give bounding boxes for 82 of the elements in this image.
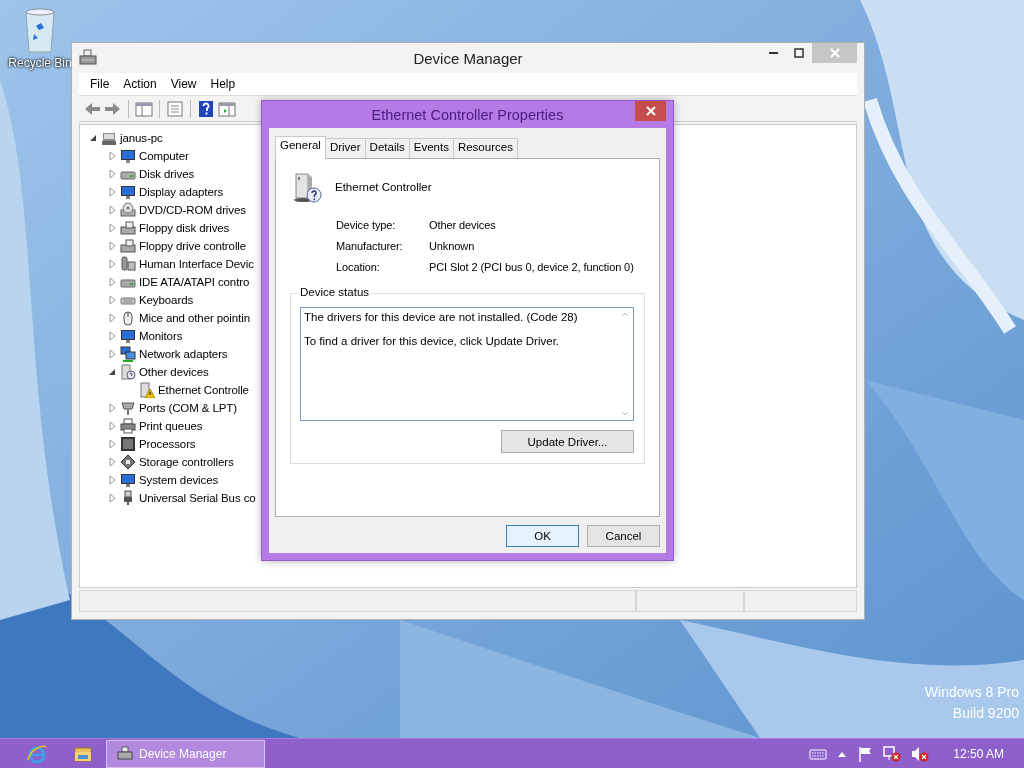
window-title: Device Manager <box>413 49 523 67</box>
unknown-device-icon <box>120 364 136 380</box>
help-icon[interactable] <box>197 99 215 118</box>
network-error-icon[interactable] <box>883 745 902 762</box>
tree-item[interactable]: Display adapters <box>139 186 224 198</box>
disc-drive-icon <box>120 202 136 218</box>
tree-item[interactable]: Floppy drive controlle <box>139 240 247 252</box>
dialog-title: Ethernet Controller Properties <box>371 106 564 123</box>
close-icon <box>829 48 840 58</box>
tree-item[interactable]: Ports (COM & LPT) <box>139 402 237 414</box>
computer-icon <box>101 130 117 146</box>
floppy-drive-icon <box>120 220 136 236</box>
property-label: Manufacturer: <box>336 240 404 252</box>
monitor-icon <box>120 184 136 200</box>
tree-item[interactable]: Computer <box>139 150 189 162</box>
tree-item[interactable]: Universal Serial Bus co <box>139 492 256 504</box>
tree-item[interactable]: Mice and other pointin <box>139 312 250 324</box>
menu-item[interactable]: Help <box>203 77 243 91</box>
tab[interactable]: Resources <box>452 138 518 158</box>
tree-item[interactable]: IDE ATA/ATAPI contro <box>139 276 250 288</box>
warning-device-icon <box>139 382 155 398</box>
chip-icon <box>120 436 136 452</box>
tree-item[interactable]: DVD/CD-ROM drives <box>139 204 246 216</box>
browser-icon[interactable] <box>27 743 47 764</box>
tree-item[interactable]: Print queues <box>139 420 203 432</box>
close-icon <box>645 106 656 116</box>
device-icon <box>120 256 136 272</box>
tree-item[interactable]: Monitors <box>139 330 183 342</box>
flag-icon[interactable] <box>857 745 874 762</box>
keyboard-icon[interactable] <box>809 747 828 760</box>
property-label: Device type: <box>336 219 397 231</box>
dialog-button[interactable]: Cancel <box>587 525 660 547</box>
status-text-box[interactable]: The drivers for this device are not installed. (Code 28) To find a driver for this device, click Update Driver. <box>300 307 634 421</box>
tab[interactable]: General <box>275 136 326 159</box>
tree-item[interactable]: Other devices <box>139 366 209 378</box>
tree-item[interactable]: Disk drives <box>139 168 195 180</box>
device-manager-icon <box>79 49 97 67</box>
minimize-icon <box>768 52 778 54</box>
monitor-icon <box>120 328 136 344</box>
muted-speaker-icon[interactable] <box>911 745 930 762</box>
edition-text: Build 9200 <box>952 705 1019 721</box>
status-message: To find a driver for this device, click Update Driver. <box>304 335 561 347</box>
clock[interactable]: 12:50 AM <box>953 746 1004 761</box>
tree-item[interactable]: Network adapters <box>139 348 228 360</box>
update-driver-button[interactable]: Update Driver... <box>501 430 634 453</box>
menu-item[interactable]: Action <box>116 77 164 91</box>
tree-item[interactable]: Storage controllers <box>139 456 234 468</box>
tree-item[interactable]: System devices <box>139 474 219 486</box>
property-label: Location: <box>336 261 381 273</box>
expander-icon[interactable] <box>88 133 98 143</box>
icon-label: Recycle Bin <box>8 56 72 70</box>
status-message: The drivers for this device are not installed. (Code 28) <box>304 311 579 323</box>
property-value: Other devices <box>429 219 497 231</box>
floppy-drive-icon <box>120 238 136 254</box>
properties-icon[interactable] <box>166 99 184 118</box>
tree-item[interactable]: Floppy disk drives <box>139 222 230 234</box>
tree-item[interactable]: Ethernet Controlle <box>158 384 249 396</box>
edition-text: Windows 8 Pro <box>924 684 1019 700</box>
expander-icon[interactable] <box>107 367 117 377</box>
group-label: Device status <box>298 286 372 298</box>
monitor-icon <box>120 148 136 164</box>
device-name: Ethernet Controller <box>335 181 432 193</box>
network-icon <box>120 346 136 362</box>
scroll-up-icon[interactable] <box>620 312 629 317</box>
tree-item[interactable]: Processors <box>139 438 196 450</box>
menu-item[interactable]: View <box>163 77 204 91</box>
tree-item[interactable]: janus-pc <box>120 132 163 144</box>
menu-item[interactable]: File <box>83 77 117 91</box>
dialog-button[interactable]: OK <box>506 525 579 547</box>
storage-icon <box>120 454 136 470</box>
scroll-down-icon[interactable] <box>620 411 629 416</box>
port-icon <box>120 400 136 416</box>
close-button[interactable] <box>635 101 666 121</box>
monitor-icon <box>120 472 136 488</box>
property-value: Unknown <box>429 240 476 252</box>
maximize-icon <box>794 48 804 58</box>
console-tree-icon[interactable] <box>135 99 153 118</box>
tree-item[interactable]: Keyboards <box>139 294 194 306</box>
printer-icon <box>120 418 136 434</box>
tree-item[interactable]: Human Interface Devic <box>139 258 254 270</box>
property-value: PCI Slot 2 (PCI bus 0, device 2, function 0) <box>429 261 634 273</box>
device-manager-icon <box>117 745 133 762</box>
